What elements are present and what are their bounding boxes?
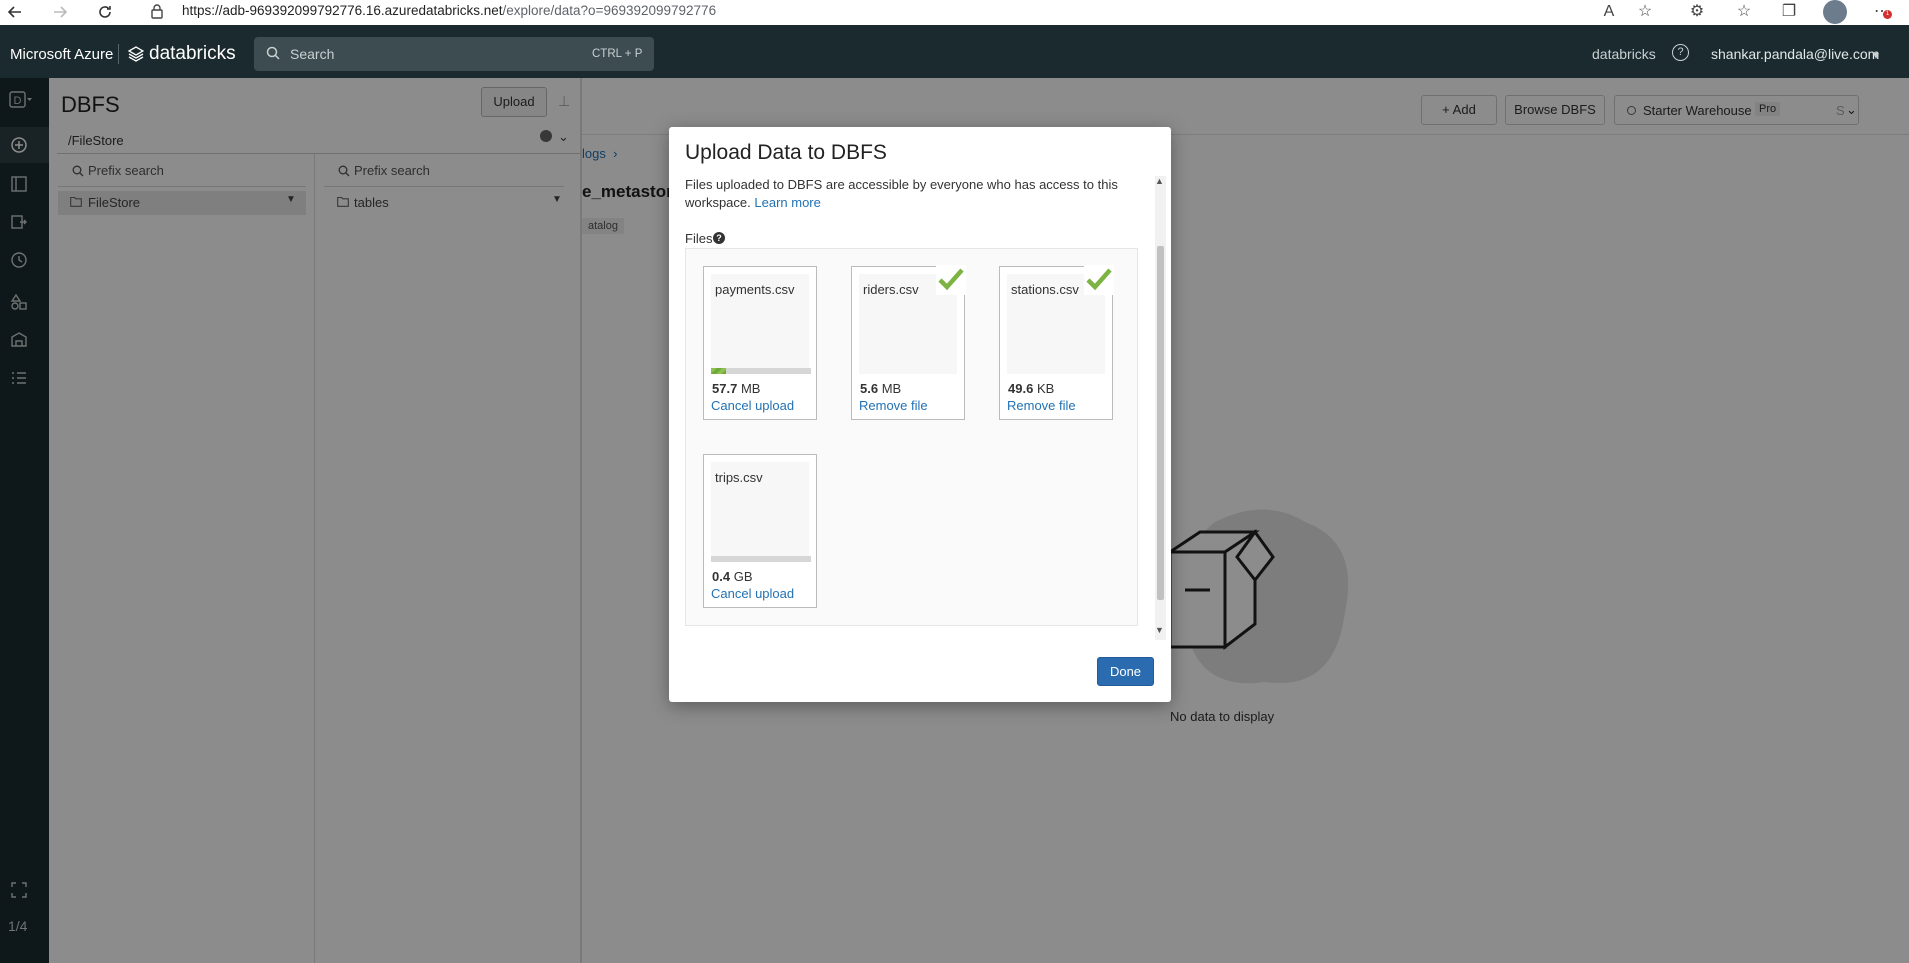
file-name: stations.csv [1011,282,1079,297]
forward-icon[interactable] [50,2,70,22]
file-name: riders.csv [863,282,919,297]
read-aloud-icon[interactable]: A [1598,1,1620,23]
databricks-wordmark: databricks [149,43,236,64]
file-size-unit: GB [733,569,753,584]
file-size: 5.6 MB [860,381,901,396]
extensions-icon[interactable]: ⚙ [1686,1,1708,23]
favorite-star-icon[interactable]: ☆ [1634,1,1656,23]
file-card-trips: trips.csv 0.4 GB Cancel upload [703,454,817,608]
cancel-upload-link[interactable]: Cancel upload [711,398,794,413]
chevron-down-icon[interactable]: ▾ [1873,48,1879,62]
browser-toolbar: https://adb-969392099792776.16.azuredata… [0,0,1909,25]
done-button[interactable]: Done [1097,657,1154,686]
checkmark-icon [1084,265,1114,295]
file-size-value: 49.6 [1008,381,1034,396]
azure-brand[interactable]: Microsoft Azure [10,46,113,63]
workspace-switcher[interactable]: databricks [1592,46,1656,62]
help-icon[interactable]: ? [713,232,725,244]
scroll-up-arrow-icon[interactable]: ▲ [1155,176,1164,186]
profile-avatar[interactable] [1823,0,1847,24]
search-shortcut-hint: CTRL + P [592,48,643,60]
file-size-value: 5.6 [860,381,879,396]
collections-icon[interactable]: ❐ [1778,1,1800,23]
scrollbar-thumb[interactable] [1157,246,1164,600]
upload-progress-bar [711,368,811,374]
checkmark-icon [936,265,966,295]
user-menu[interactable]: shankar.pandala@live.com [1711,46,1879,62]
file-size-unit: MB [881,381,902,396]
file-card-payments: payments.csv 57.7 MB Cancel upload [703,266,817,420]
address-bar[interactable]: https://adb-969392099792776.16.azuredata… [182,3,716,18]
file-size: 0.4 GB [712,569,753,584]
file-size-value: 0.4 [712,569,731,584]
files-label: Files [685,231,713,246]
file-card-stations: stations.csv 49.6 KB Remove file [999,265,1114,420]
file-size-unit: KB [1036,381,1055,396]
file-size: 49.6 KB [1008,381,1054,396]
search-placeholder: Search [290,46,335,62]
learn-more-link[interactable]: Learn more [754,195,820,210]
cancel-upload-link[interactable]: Cancel upload [711,586,794,601]
url-host: https://adb-969392099792776.16.azuredata… [182,3,503,18]
back-icon[interactable] [5,2,25,22]
databricks-logo-icon [128,46,144,62]
dialog-title: Upload Data to DBFS [685,141,887,164]
file-size-value: 57.7 [712,381,738,396]
remove-file-link[interactable]: Remove file [859,398,928,413]
file-card-riders: riders.csv 5.6 MB Remove file [851,265,966,420]
upload-progress-fill [711,368,726,374]
lock-icon [150,3,164,19]
file-name: trips.csv [715,470,763,485]
remove-file-link[interactable]: Remove file [1007,398,1076,413]
reload-icon[interactable] [95,2,115,22]
upload-progress-bar [711,556,811,562]
help-icon[interactable]: ? [1672,44,1689,61]
scroll-down-arrow-icon[interactable]: ▼ [1155,625,1164,635]
brand-divider [118,44,119,64]
search-icon [266,46,280,60]
file-name: payments.csv [715,282,795,297]
databricks-logo[interactable]: databricks [128,43,236,65]
file-size-unit: MB [740,381,761,396]
dialog-description: Files uploaded to DBFS are accessible by… [685,176,1125,212]
notification-badge: 1 [1883,10,1892,19]
url-path: /explore/data?o=969392099792776 [502,3,717,18]
favorites-icon[interactable]: ☆ [1733,1,1755,23]
file-size: 57.7 MB [712,381,760,396]
description-text: Files uploaded to DBFS are accessible by… [685,177,1118,210]
